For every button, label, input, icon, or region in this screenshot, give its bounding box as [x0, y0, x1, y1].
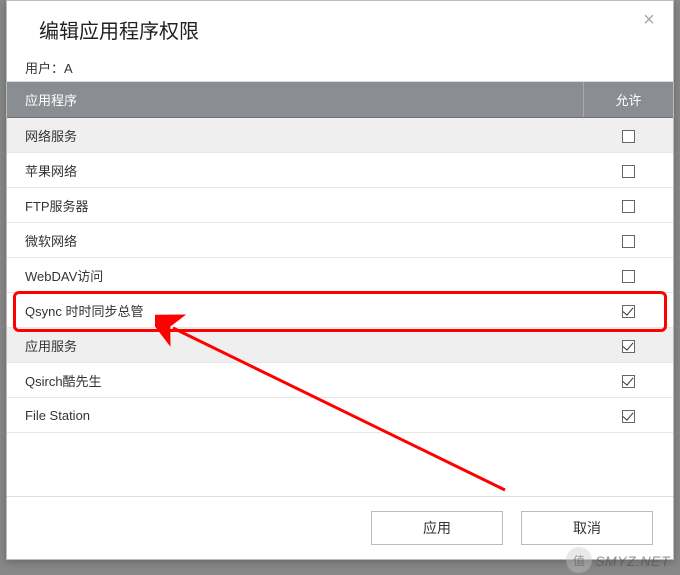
cancel-button[interactable]: 取消 — [521, 511, 653, 545]
allow-checkbox[interactable] — [622, 165, 635, 178]
table-row: Qsync 时时同步总管 — [7, 293, 673, 328]
table-row: File Station — [7, 398, 673, 433]
watermark-text: SMYZ.NET — [595, 553, 670, 569]
allow-checkbox[interactable] — [622, 270, 635, 283]
user-value: A — [64, 61, 73, 76]
apply-button[interactable]: 应用 — [371, 511, 503, 545]
watermark-badge: 值 — [566, 547, 592, 573]
table-row: 苹果网络 — [7, 153, 673, 188]
app-name: WebDAV访问 — [7, 258, 583, 293]
close-icon[interactable]: × — [639, 11, 659, 31]
dialog-title: 编辑应用程序权限 — [39, 15, 653, 44]
allow-cell — [583, 399, 673, 430]
allow-cell — [583, 294, 673, 325]
allow-checkbox[interactable] — [622, 200, 635, 213]
table-row: WebDAV访问 — [7, 258, 673, 293]
allow-cell — [583, 119, 673, 150]
allow-cell — [583, 189, 673, 220]
table-row: Qsirch酷先生 — [7, 363, 673, 398]
header-app: 应用程序 — [7, 82, 583, 117]
allow-checkbox[interactable] — [622, 375, 635, 388]
user-label: 用户： — [25, 61, 64, 76]
app-name: FTP服务器 — [7, 188, 583, 223]
allow-cell — [583, 259, 673, 290]
app-name: Qsync 时时同步总管 — [7, 293, 583, 328]
table-row: 网络服务 — [7, 118, 673, 153]
table-row: FTP服务器 — [7, 188, 673, 223]
allow-checkbox[interactable] — [622, 130, 635, 143]
allow-cell — [583, 224, 673, 255]
permissions-dialog: 编辑应用程序权限 × 用户：A 应用程序 允许 网络服务苹果网络FTP服务器微软… — [6, 0, 674, 560]
allow-checkbox[interactable] — [622, 410, 635, 423]
table-row: 微软网络 — [7, 223, 673, 258]
allow-cell — [583, 154, 673, 185]
allow-checkbox[interactable] — [622, 340, 635, 353]
app-name: 微软网络 — [7, 223, 583, 258]
dialog-header: 编辑应用程序权限 × — [7, 1, 673, 50]
user-row: 用户：A — [7, 50, 673, 81]
allow-cell — [583, 329, 673, 360]
table-header: 应用程序 允许 — [7, 82, 673, 118]
allow-checkbox[interactable] — [622, 235, 635, 248]
app-name: 苹果网络 — [7, 153, 583, 188]
app-name: File Station — [7, 400, 583, 431]
app-name: 应用服务 — [7, 328, 583, 363]
app-name: Qsirch酷先生 — [7, 363, 583, 398]
permissions-table: 应用程序 允许 网络服务苹果网络FTP服务器微软网络WebDAV访问Qsync … — [7, 81, 673, 433]
allow-cell — [583, 364, 673, 395]
table-row: 应用服务 — [7, 328, 673, 363]
app-name: 网络服务 — [7, 118, 583, 153]
allow-checkbox[interactable] — [622, 305, 635, 318]
header-allow: 允许 — [583, 82, 673, 117]
